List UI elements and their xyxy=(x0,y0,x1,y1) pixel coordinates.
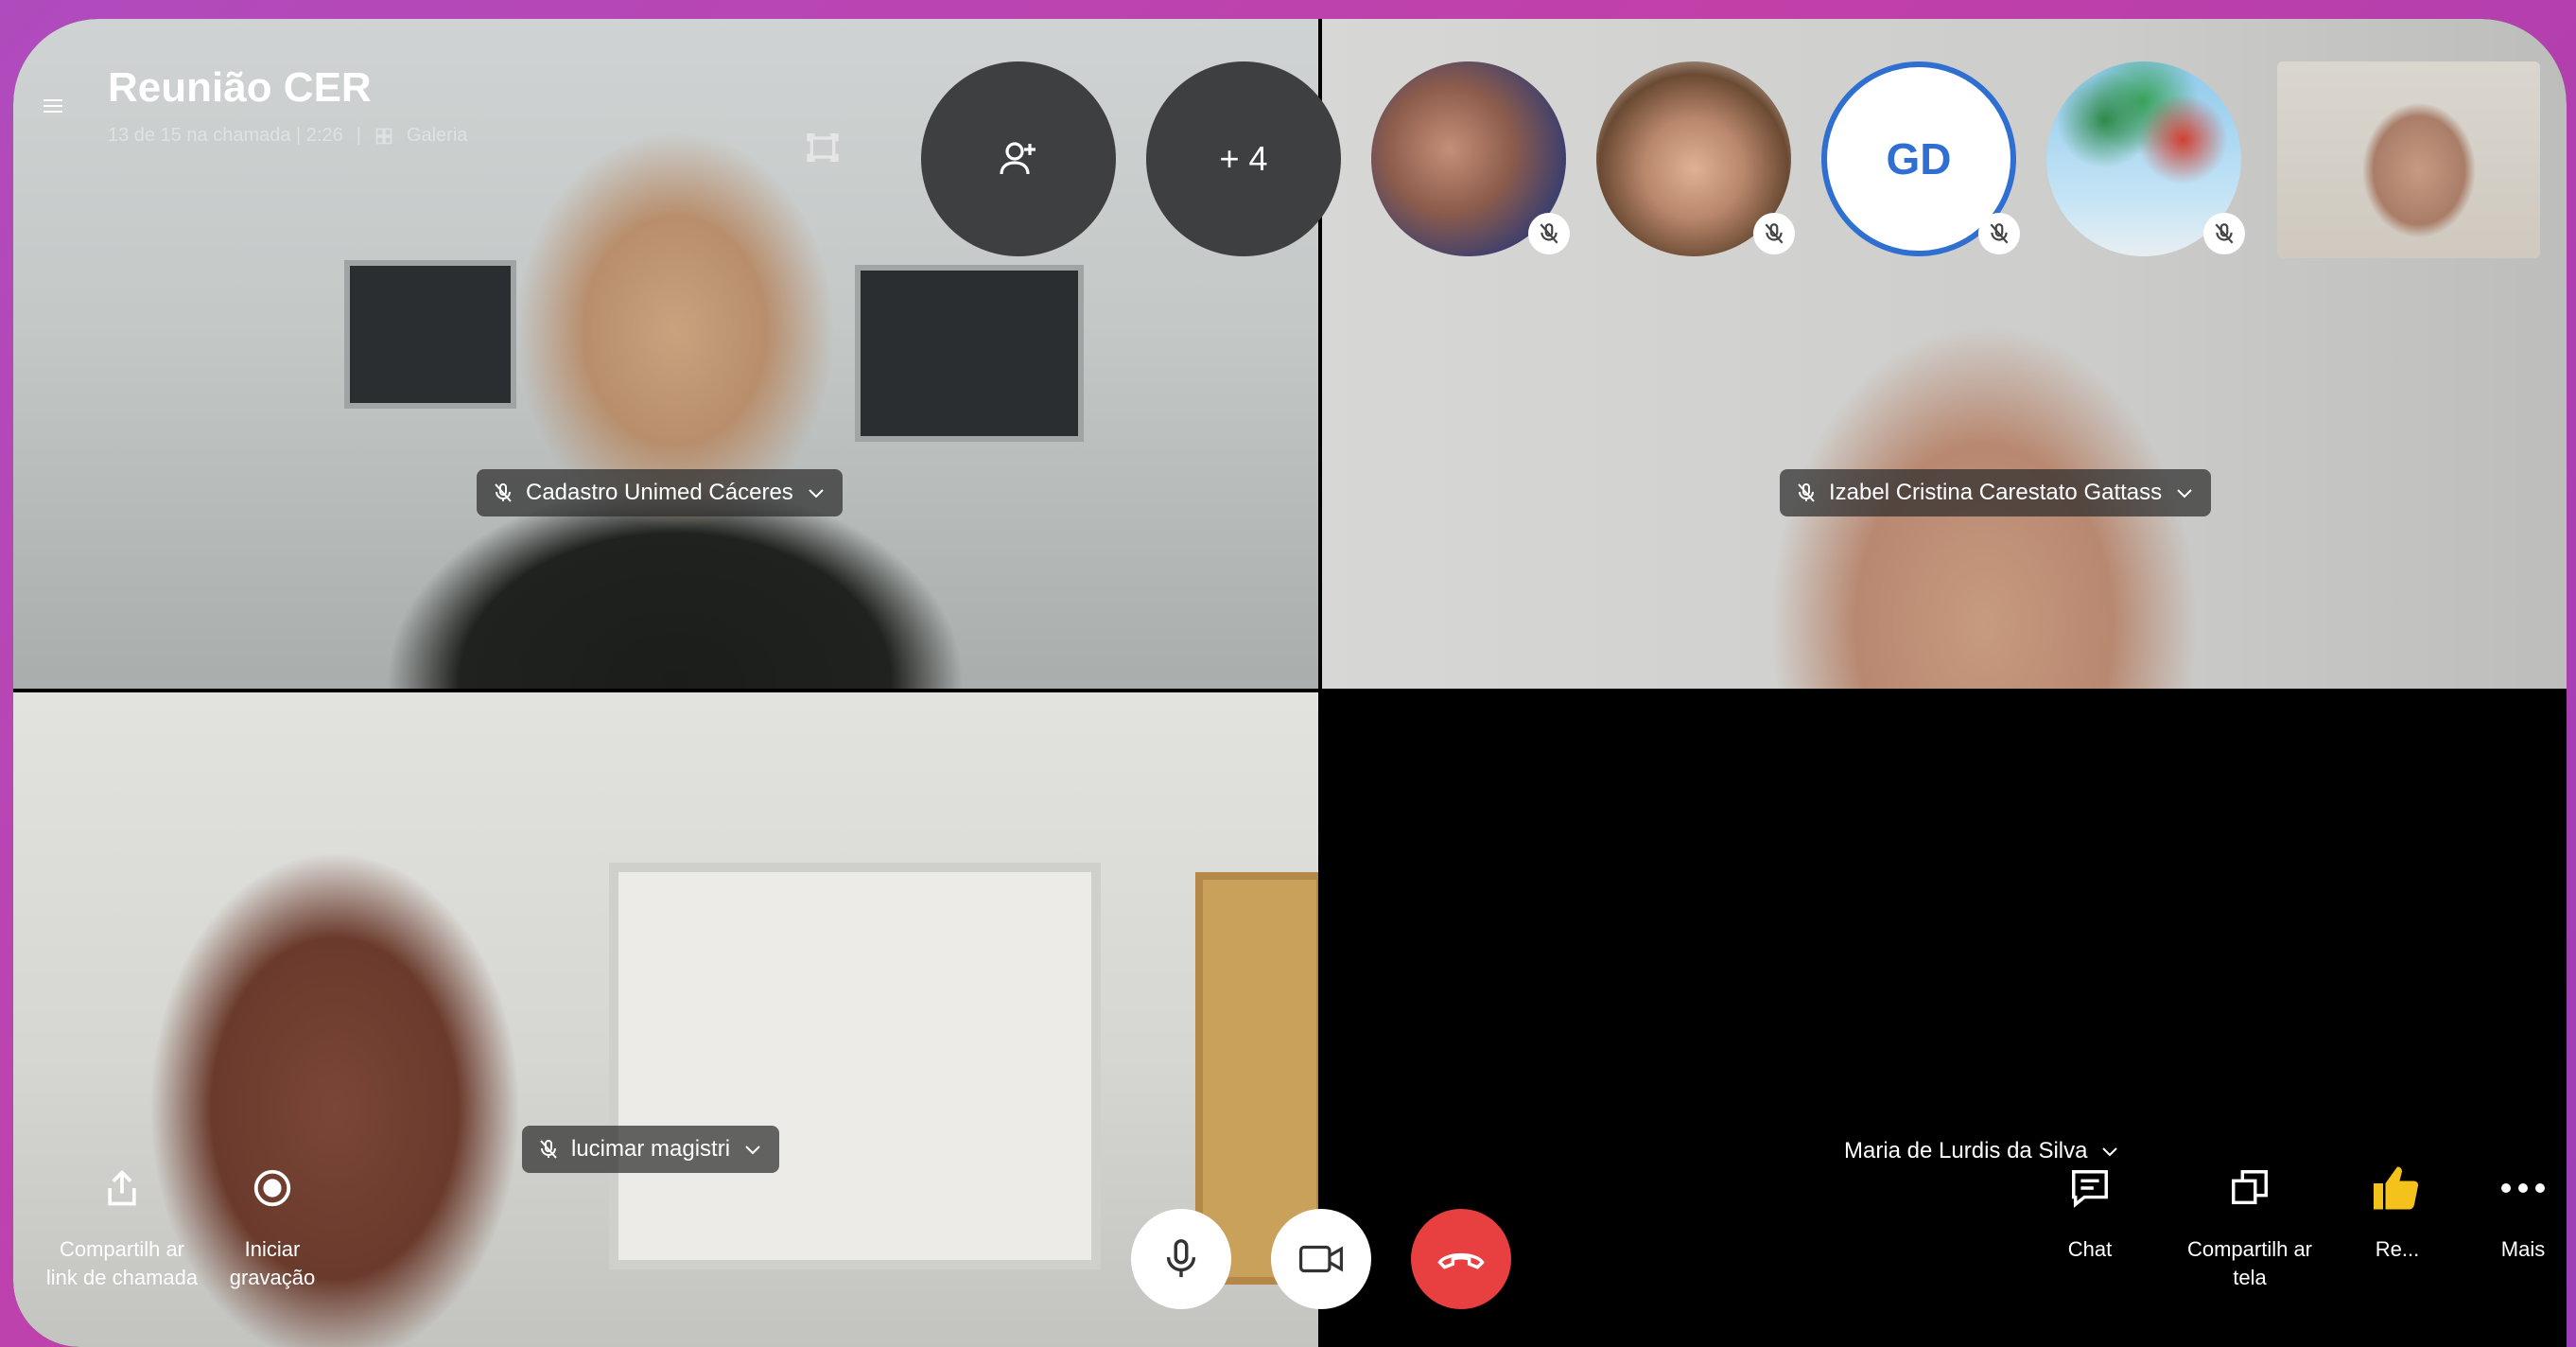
more-participants-button[interactable]: + 4 xyxy=(1146,61,1341,256)
participant-name: Maria de Lurdis da Silva xyxy=(1844,1138,2088,1163)
call-header: Reunião CER 13 de 15 na chamada | 2:26 |… xyxy=(108,64,467,147)
muted-badge xyxy=(1753,213,1795,254)
end-call-button[interactable] xyxy=(1411,1209,1511,1309)
share-screen-button[interactable]: Compartilh ar tela xyxy=(2179,1163,2321,1291)
more-button[interactable]: Mais xyxy=(2485,1163,2561,1264)
background-monitor xyxy=(344,260,516,409)
share-icon xyxy=(108,1169,136,1206)
hang-up-icon xyxy=(1437,1252,1485,1269)
muted-badge xyxy=(1978,213,2020,254)
react-label: Re... xyxy=(2375,1237,2420,1261)
record-icon xyxy=(253,1169,291,1207)
call-title: Reunião CER xyxy=(108,64,372,111)
call-window: Cadastro Unimed Cáceres Izabel Cristina … xyxy=(13,19,2567,1347)
muted-mic-icon xyxy=(1540,223,1558,244)
participant-name: Izabel Cristina Carestato Gattass xyxy=(1829,480,2163,505)
view-mode-button[interactable]: Galeria xyxy=(407,125,467,147)
participant-name: Cadastro Unimed Cáceres xyxy=(526,480,793,505)
participant-name-pill[interactable]: Izabel Cristina Carestato Gattass xyxy=(1780,469,2212,516)
call-status: 13 de 15 na chamada | 2:26 xyxy=(108,125,343,146)
add-person-icon xyxy=(1000,142,1036,175)
chevron-down-icon[interactable] xyxy=(805,481,827,504)
microphone-icon xyxy=(1166,1239,1196,1278)
muted-mic-icon xyxy=(1765,223,1784,244)
chat-icon xyxy=(2072,1170,2108,1208)
more-icon xyxy=(2501,1183,2545,1193)
background-monitor xyxy=(855,265,1084,442)
muted-mic-icon xyxy=(540,1140,557,1159)
participant-name: lucimar magistri xyxy=(571,1136,731,1162)
video-button[interactable] xyxy=(1271,1209,1371,1309)
muted-badge xyxy=(1528,213,1570,254)
call-status-line: 13 de 15 na chamada | 2:26 | Galeria xyxy=(108,125,467,147)
muted-mic-icon xyxy=(2215,223,2234,244)
avatar-initials: GD xyxy=(1886,134,1952,184)
more-label: Mais xyxy=(2500,1237,2546,1261)
menu-icon[interactable] xyxy=(42,95,64,117)
video-camera-icon xyxy=(1298,1245,1344,1273)
grid-icon xyxy=(375,128,392,144)
share-screen-label: Compartilh ar tela xyxy=(2186,1237,2313,1289)
thumbs-up-icon xyxy=(2374,1166,2419,1210)
share-link-label: Compartilh ar link de chamada xyxy=(45,1237,199,1289)
participant-name-pill[interactable]: Cadastro Unimed Cáceres xyxy=(477,469,843,516)
participant-name-pill[interactable]: lucimar magistri xyxy=(522,1126,780,1173)
chat-button[interactable]: Chat xyxy=(2033,1163,2147,1264)
chat-label: Chat xyxy=(2067,1237,2113,1261)
start-recording-label: Iniciar gravação xyxy=(229,1237,316,1289)
microphone-button[interactable] xyxy=(1131,1209,1231,1309)
add-participant-button[interactable] xyxy=(921,61,1116,256)
share-screen-icon xyxy=(2232,1170,2268,1205)
chevron-down-icon[interactable] xyxy=(741,1138,764,1161)
chevron-down-icon[interactable] xyxy=(2098,1140,2121,1163)
react-button[interactable]: Re... xyxy=(2345,1163,2449,1264)
muted-mic-icon xyxy=(495,483,512,502)
separator: | xyxy=(356,125,361,146)
share-link-button[interactable]: Compartilh ar link de chamada xyxy=(42,1163,202,1291)
chevron-down-icon[interactable] xyxy=(2173,481,2196,504)
muted-badge xyxy=(2203,213,2245,254)
self-view-video[interactable] xyxy=(2277,61,2540,258)
start-recording-button[interactable]: Iniciar gravação xyxy=(206,1163,339,1291)
muted-mic-icon xyxy=(1798,483,1815,502)
layout-icon[interactable] xyxy=(804,129,842,166)
background-whiteboard xyxy=(609,863,1101,1269)
muted-mic-icon xyxy=(1990,223,2009,244)
